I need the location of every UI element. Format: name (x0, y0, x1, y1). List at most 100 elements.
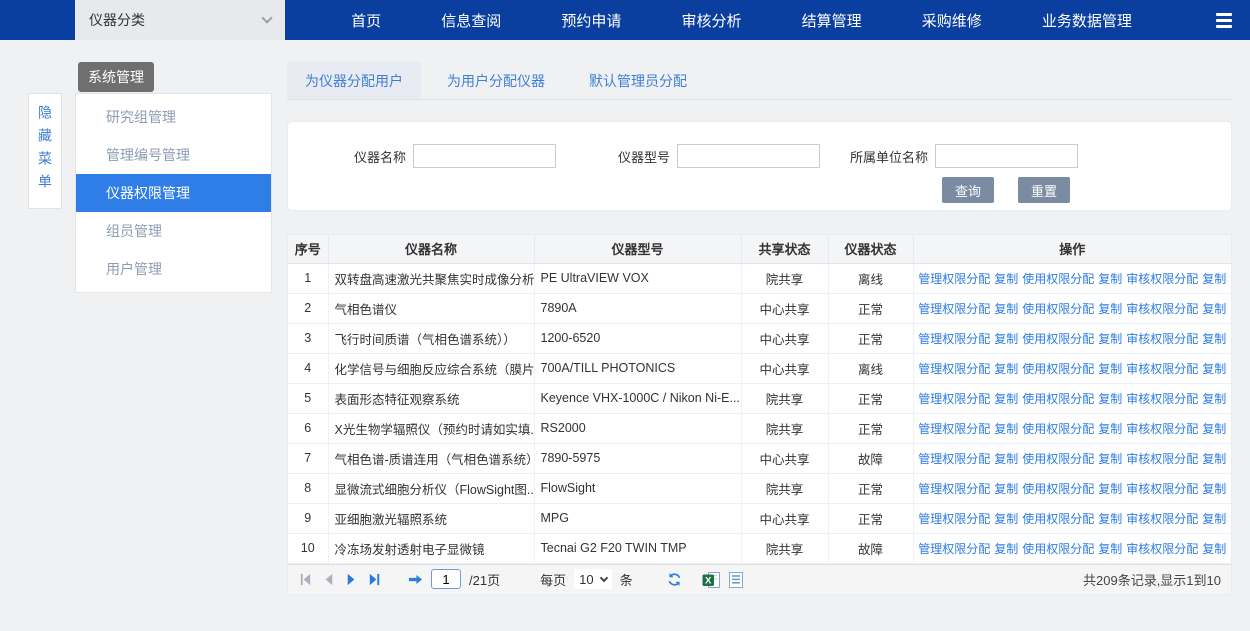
manage-permission-assign-link[interactable]: 管理权限分配 (918, 452, 990, 466)
audit-permission-assign-link[interactable]: 审核权限分配 (1126, 362, 1198, 376)
copy-audit-permission-link[interactable]: 复制 (1202, 362, 1226, 376)
manage-permission-assign-link[interactable]: 管理权限分配 (918, 332, 990, 346)
manage-permission-assign-link[interactable]: 管理权限分配 (918, 272, 990, 286)
go-to-page-icon[interactable] (408, 572, 423, 587)
next-page-icon[interactable] (344, 572, 359, 587)
manage-permission-assign-link[interactable]: 管理权限分配 (918, 482, 990, 496)
copy-use-permission-link[interactable]: 复制 (1098, 512, 1122, 526)
table-row: 2 气相色谱仪 7890A 中心共享 正常 管理权限分配复制使用权限分配复制审核… (288, 293, 1231, 323)
audit-permission-assign-link[interactable]: 审核权限分配 (1126, 512, 1198, 526)
use-permission-assign-link[interactable]: 使用权限分配 (1022, 362, 1094, 376)
refresh-icon[interactable] (667, 572, 682, 587)
copy-audit-permission-link[interactable]: 复制 (1202, 302, 1226, 316)
copy-manage-permission-link[interactable]: 复制 (994, 362, 1018, 376)
copy-use-permission-link[interactable]: 复制 (1098, 452, 1122, 466)
copy-use-permission-link[interactable]: 复制 (1098, 362, 1122, 376)
use-permission-assign-link[interactable]: 使用权限分配 (1022, 482, 1094, 496)
table-row: 9 亚细胞激光辐照系统 MPG 中心共享 正常 管理权限分配复制使用权限分配复制… (288, 503, 1231, 533)
copy-manage-permission-link[interactable]: 复制 (994, 422, 1018, 436)
nav-home[interactable]: 首页 (351, 10, 381, 31)
copy-manage-permission-link[interactable]: 复制 (994, 482, 1018, 496)
use-permission-assign-link[interactable]: 使用权限分配 (1022, 302, 1094, 316)
manage-permission-assign-link[interactable]: 管理权限分配 (918, 512, 990, 526)
manage-permission-assign-link[interactable]: 管理权限分配 (918, 542, 990, 556)
copy-use-permission-link[interactable]: 复制 (1098, 542, 1122, 556)
copy-audit-permission-link[interactable]: 复制 (1202, 332, 1226, 346)
copy-audit-permission-link[interactable]: 复制 (1202, 392, 1226, 406)
audit-permission-assign-link[interactable]: 审核权限分配 (1126, 392, 1198, 406)
instrument-table: 序号 仪器名称 仪器型号 共享状态 仪器状态 操作 1 双转盘高速激光共聚焦实时… (288, 235, 1231, 564)
previous-page-icon[interactable] (321, 572, 336, 587)
copy-use-permission-link[interactable]: 复制 (1098, 392, 1122, 406)
nav-audit-analysis[interactable]: 审核分析 (681, 10, 741, 31)
copy-manage-permission-link[interactable]: 复制 (994, 272, 1018, 286)
nav-business-data[interactable]: 业务数据管理 (1042, 10, 1132, 31)
nav-info-review[interactable]: 信息查阅 (441, 10, 501, 31)
copy-manage-permission-link[interactable]: 复制 (994, 512, 1018, 526)
tab-assign-user-to-instrument[interactable]: 为仪器分配用户 (287, 62, 421, 99)
instrument-name-cell: 气相色谱仪 (328, 293, 534, 323)
tab-assign-instrument-to-user[interactable]: 为用户分配仪器 (429, 62, 563, 99)
first-page-icon[interactable] (298, 572, 313, 587)
audit-permission-assign-link[interactable]: 审核权限分配 (1126, 422, 1198, 436)
use-permission-assign-link[interactable]: 使用权限分配 (1022, 332, 1094, 346)
audit-permission-assign-link[interactable]: 审核权限分配 (1126, 272, 1198, 286)
copy-manage-permission-link[interactable]: 复制 (994, 452, 1018, 466)
use-permission-assign-link[interactable]: 使用权限分配 (1022, 542, 1094, 556)
audit-permission-assign-link[interactable]: 审核权限分配 (1126, 302, 1198, 316)
use-permission-assign-link[interactable]: 使用权限分配 (1022, 452, 1094, 466)
copy-use-permission-link[interactable]: 复制 (1098, 272, 1122, 286)
nav-purchase-maintenance[interactable]: 采购维修 (922, 10, 982, 31)
copy-audit-permission-link[interactable]: 复制 (1202, 512, 1226, 526)
manage-permission-assign-link[interactable]: 管理权限分配 (918, 392, 990, 406)
row-index: 7 (288, 443, 328, 473)
copy-manage-permission-link[interactable]: 复制 (994, 542, 1018, 556)
manage-permission-assign-link[interactable]: 管理权限分配 (918, 362, 990, 376)
copy-use-permission-link[interactable]: 复制 (1098, 332, 1122, 346)
use-permission-assign-link[interactable]: 使用权限分配 (1022, 512, 1094, 526)
copy-manage-permission-link[interactable]: 复制 (994, 332, 1018, 346)
manage-permission-assign-link[interactable]: 管理权限分配 (918, 422, 990, 436)
instrument-category-dropdown[interactable]: 仪器分类 (75, 0, 285, 40)
unit-name-input[interactable] (935, 144, 1078, 168)
copy-audit-permission-link[interactable]: 复制 (1202, 422, 1226, 436)
last-page-icon[interactable] (367, 572, 382, 587)
copy-audit-permission-link[interactable]: 复制 (1202, 452, 1226, 466)
manage-permission-assign-link[interactable]: 管理权限分配 (918, 302, 990, 316)
export-document-icon[interactable] (729, 572, 743, 587)
copy-manage-permission-link[interactable]: 复制 (994, 392, 1018, 406)
copy-use-permission-link[interactable]: 复制 (1098, 302, 1122, 316)
sidebar-item-manage-number[interactable]: 管理编号管理 (76, 136, 271, 174)
tab-default-admin-assign[interactable]: 默认管理员分配 (571, 62, 705, 99)
copy-use-permission-link[interactable]: 复制 (1098, 482, 1122, 496)
copy-audit-permission-link[interactable]: 复制 (1202, 272, 1226, 286)
per-page-select[interactable]: 10 (574, 569, 611, 589)
share-status-cell: 中心共享 (741, 353, 828, 383)
audit-permission-assign-link[interactable]: 审核权限分配 (1126, 482, 1198, 496)
sidebar-item-instrument-permission[interactable]: 仪器权限管理 (76, 174, 271, 212)
reset-button[interactable]: 重置 (1018, 177, 1070, 203)
copy-use-permission-link[interactable]: 复制 (1098, 422, 1122, 436)
sidebar-item-research-group[interactable]: 研究组管理 (76, 98, 271, 136)
audit-permission-assign-link[interactable]: 审核权限分配 (1126, 332, 1198, 346)
instrument-name-input[interactable] (413, 144, 556, 168)
chevron-down-icon (599, 573, 607, 581)
nav-reservation[interactable]: 预约申请 (561, 10, 621, 31)
use-permission-assign-link[interactable]: 使用权限分配 (1022, 272, 1094, 286)
audit-permission-assign-link[interactable]: 审核权限分配 (1126, 452, 1198, 466)
export-excel-icon[interactable]: X (702, 572, 721, 587)
page-number-input[interactable] (431, 569, 461, 589)
instrument-model-input[interactable] (677, 144, 820, 168)
copy-audit-permission-link[interactable]: 复制 (1202, 542, 1226, 556)
query-button[interactable]: 查询 (942, 177, 994, 203)
hide-menu-tab[interactable]: 隐藏菜单 (28, 93, 62, 209)
sidebar-item-group-member[interactable]: 组员管理 (76, 212, 271, 250)
audit-permission-assign-link[interactable]: 审核权限分配 (1126, 542, 1198, 556)
use-permission-assign-link[interactable]: 使用权限分配 (1022, 422, 1094, 436)
copy-manage-permission-link[interactable]: 复制 (994, 302, 1018, 316)
sidebar-item-user-management[interactable]: 用户管理 (76, 250, 271, 288)
nav-settlement[interactable]: 结算管理 (802, 10, 862, 31)
use-permission-assign-link[interactable]: 使用权限分配 (1022, 392, 1094, 406)
hamburger-menu-icon[interactable] (1198, 0, 1250, 40)
copy-audit-permission-link[interactable]: 复制 (1202, 482, 1226, 496)
